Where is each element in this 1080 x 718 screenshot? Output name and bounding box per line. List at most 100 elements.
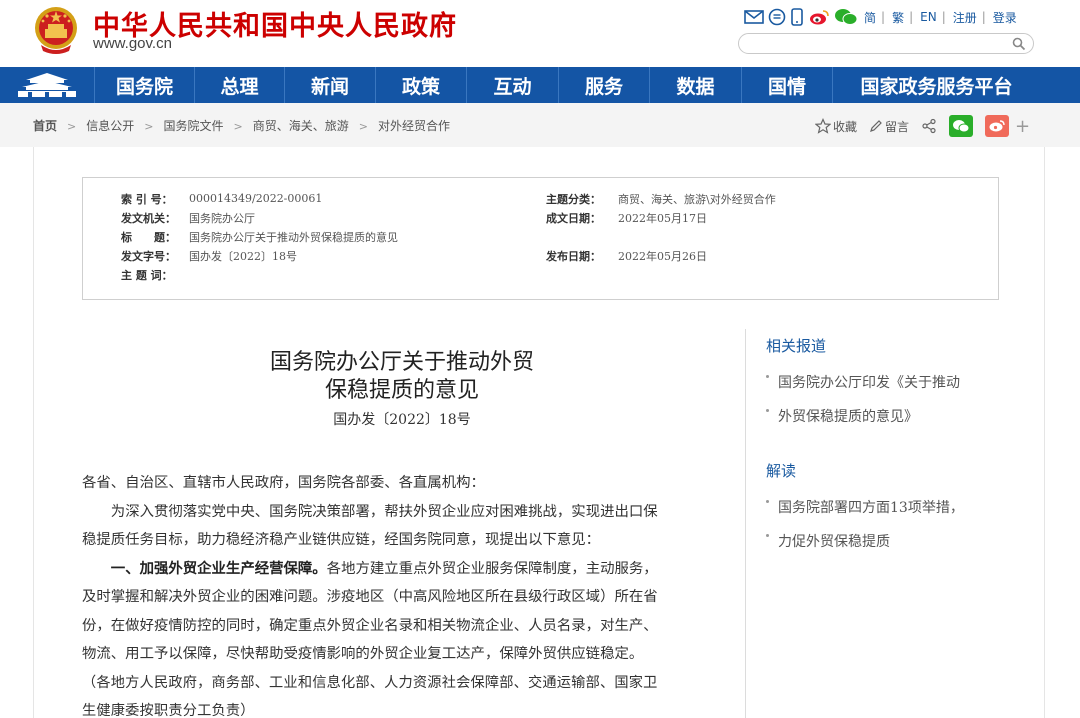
meta-key: 标 题： [121, 230, 176, 244]
login-link[interactable]: 登录 [993, 9, 1017, 26]
doc-meta-left: 索 引 号： 000014349/2022-00061 发文机关： 国务院办公厅 标… [121, 189, 398, 284]
national-emblem-icon[interactable] [33, 5, 79, 55]
article-title: 国务院办公厅关于推动外贸 保稳提质的意见 [82, 349, 722, 405]
meta-row: 索 引 号： 000014349/2022-00061 [121, 189, 398, 208]
comment-label: 留言 [885, 119, 910, 134]
meta-key: 发文字号： [121, 249, 176, 263]
site-url: www.gov.cn [93, 35, 172, 52]
paragraph: 为深入贯彻落实党中央、国务院决策部署，帮扶外贸企业应对困难挑战，实现进出口保 [110, 503, 658, 520]
meta-key: 发布日期： [546, 249, 601, 263]
weibo-icon[interactable] [808, 8, 830, 26]
breadcrumb-commerce-customs-tourism[interactable]: 商贸、海关、旅游 [253, 119, 349, 133]
nav-item-services[interactable]: 服务 [559, 67, 650, 103]
star-icon [815, 118, 831, 134]
pen-icon [870, 120, 882, 132]
share-icon[interactable] [921, 118, 937, 134]
favorite-label: 收藏 [833, 119, 858, 134]
interpretation-link[interactable]: 国务院部署四方面13项举措， [766, 491, 1006, 525]
paragraph: 及时掌握和解决外贸企业的困难问题。涉疫地区（中高风险地区所在县级行政区域）所在省 [82, 589, 658, 605]
section-heading: 一、加强外贸企业生产经营保障。 [110, 559, 327, 577]
separator: | [941, 10, 946, 24]
meta-value: 国办发〔2022〕18号 [189, 249, 297, 263]
meta-value: 2022年05月17日 [618, 211, 707, 225]
article-body: 各省、自治区、直辖市人民政府，国务院各部委、各直属机构： 为深入贯彻落实党中央、… [82, 469, 722, 718]
nav-item-state-council[interactable]: 国务院 [95, 67, 195, 103]
search-icon[interactable] [1011, 36, 1027, 52]
nav-item-premier[interactable]: 总理 [195, 67, 285, 103]
weibo-share-button[interactable] [985, 115, 1010, 137]
wechat-share-button[interactable] [949, 115, 974, 137]
article-heading: 国务院办公厅关于推动外贸 保稳提质的意见 国办发〔2022〕18号 [82, 349, 722, 429]
paragraph: 生健康委按职责分工负责） [82, 703, 255, 718]
salutation: 各省、自治区、直辖市人民政府，国务院各部委、各直属机构： [82, 475, 485, 491]
favorite-button[interactable]: 收藏 [815, 118, 857, 135]
separator: | [881, 10, 886, 24]
more-share-button[interactable]: + [1015, 116, 1030, 137]
meta-key [546, 227, 618, 246]
meta-key: 索 引 号： [121, 192, 173, 206]
breadcrumb-foreign-trade[interactable]: 对外经贸合作 [378, 119, 450, 133]
related-report-link-cont[interactable]: 外贸保稳提质的意见》 [766, 400, 1006, 434]
nav-item-national-info[interactable]: 国情 [742, 67, 833, 103]
meta-value: 2022年05月26日 [618, 249, 707, 263]
content-panel: 索 引 号： 000014349/2022-00061 发文机关： 国务院办公厅 标… [33, 147, 1045, 718]
wechat-icon [953, 120, 970, 133]
meta-row: 发文字号： 国办发〔2022〕18号 [121, 246, 398, 265]
separator: | [981, 10, 986, 24]
lang-simplified[interactable]: 简 [864, 9, 876, 26]
divider [745, 329, 746, 718]
main-nav: 国务院 总理 新闻 政策 互动 服务 数据 国情 国家政务服务平台 [0, 67, 1080, 103]
chevron-right-icon: > [358, 120, 368, 133]
register-link[interactable]: 注册 [953, 9, 977, 26]
mobile-icon[interactable] [790, 8, 804, 26]
search-box [738, 33, 1034, 54]
interpretation-link-cont[interactable]: 力促外贸保稳提质 [766, 525, 1006, 559]
nav-item-policy[interactable]: 政策 [376, 67, 467, 103]
nav-home[interactable] [0, 67, 95, 103]
nav-item-data[interactable]: 数据 [650, 67, 742, 103]
paragraph-text: 各地方建立重点外贸企业服务保障制度，主动服务， [326, 560, 658, 577]
chevron-right-icon: > [144, 120, 154, 133]
breadcrumb: 首页 > 信息公开 > 国务院文件 > 商贸、海关、旅游 > 对外经贸合作 [33, 117, 450, 134]
interpretation-block: 解读 国务院部署四方面13项举措， 力促外贸保稳提质 [766, 460, 1006, 559]
meta-key: 主题分类： [546, 192, 601, 206]
meta-value [618, 227, 776, 246]
doc-meta-right: 主题分类： 商贸、海关、旅游\对外经贸合作 成文日期： 2022年05月17日 发布… [546, 189, 776, 265]
nav-item-gov-service-platform[interactable]: 国家政务服务平台 [833, 67, 1040, 103]
meta-row: 发布日期： 2022年05月26日 [546, 246, 776, 265]
title-line: 保稳提质的意见 [324, 378, 479, 403]
meta-row: 标 题： 国务院办公厅关于推动外贸保稳提质的意见 [121, 227, 398, 246]
breadcrumb-state-council-docs[interactable]: 国务院文件 [163, 119, 223, 133]
title-line: 国务院办公厅关于推动外贸 [269, 350, 534, 375]
meta-value: 000014349/2022-00061 [189, 192, 323, 205]
meta-value: 商贸、海关、旅游\对外经贸合作 [618, 192, 776, 206]
chevron-right-icon: > [233, 120, 243, 133]
breadcrumb-info-disclosure[interactable]: 信息公开 [86, 119, 134, 133]
meta-value [189, 265, 398, 284]
document-info-box: 索 引 号： 000014349/2022-00061 发文机关： 国务院办公厅 标… [82, 177, 999, 300]
weibo-icon [989, 120, 1005, 132]
lang-traditional[interactable]: 繁 [892, 9, 904, 26]
chevron-right-icon: > [67, 120, 77, 133]
paragraph: 物流、用工予以保障，尽快帮助受疫情影响的外贸企业复工达产，保障外贸供应链稳定。 [82, 646, 644, 662]
meta-key: 成文日期： [546, 211, 601, 225]
paragraph: （各地方人民政府，商务部、工业和信息化部、人力资源社会保障部、交通运输部、国家卫 [82, 674, 658, 691]
nav-item-news[interactable]: 新闻 [285, 67, 376, 103]
wechat-icon[interactable] [834, 8, 858, 26]
paragraph: 一、加强外贸企业生产经营保障。各地方建立重点外贸企业服务保障制度，主动服务， [82, 555, 722, 584]
interpretation-list: 国务院部署四方面13项举措， 力促外贸保稳提质 [766, 491, 1006, 559]
meta-value: 国务院办公厅关于推动外贸保稳提质的意见 [189, 230, 398, 244]
separator: | [909, 10, 914, 24]
message-icon[interactable] [768, 8, 786, 26]
utility-bar: 简 | 繁 | EN | 注册 | 登录 [744, 6, 1017, 28]
meta-key: 发文机关： [121, 211, 176, 225]
nav-item-interaction[interactable]: 互动 [467, 67, 559, 103]
share-tools: 收藏 留言 + [815, 115, 1030, 137]
search-input[interactable] [749, 36, 1009, 54]
mail-icon[interactable] [744, 9, 764, 25]
site-header: 中华人民共和国中央人民政府 www.gov.cn 简 | 繁 | EN | 注册… [0, 0, 1080, 67]
comment-button[interactable]: 留言 [869, 118, 909, 135]
related-report-link[interactable]: 国务院办公厅印发《关于推动 [766, 366, 1006, 400]
lang-english[interactable]: EN [920, 10, 937, 24]
breadcrumb-home[interactable]: 首页 [33, 119, 57, 133]
